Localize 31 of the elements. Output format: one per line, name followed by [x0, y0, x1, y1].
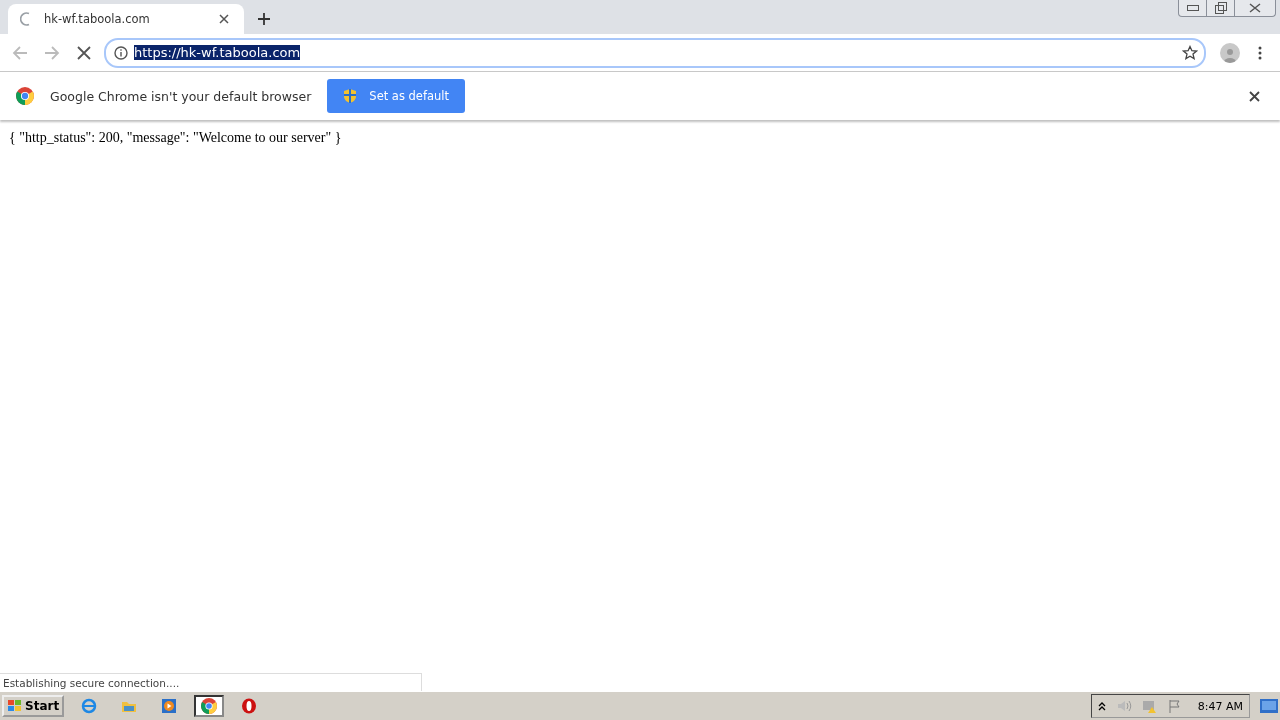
tab-title: hk-wf.taboola.com: [44, 12, 151, 26]
url-text: https://hk-wf.taboola.com: [134, 45, 301, 60]
menu-icon[interactable]: [1258, 45, 1262, 60]
infobar-message: Google Chrome isn't your default browser: [50, 88, 312, 104]
close-icon: [1249, 3, 1261, 13]
globe-icon: [81, 698, 98, 714]
chrome-icon: [16, 87, 34, 105]
close-tab-icon[interactable]: [219, 14, 229, 24]
chevron-up-icon[interactable]: [1097, 701, 1106, 711]
windows-logo-icon: [7, 699, 23, 713]
status-bubble: Establishing secure connection....: [0, 673, 422, 691]
taskbar-app-button[interactable]: [194, 695, 225, 717]
minimize-icon: [1186, 5, 1199, 11]
address-bar[interactable]: https://hk-wf.taboola.com: [104, 37, 1206, 68]
opera-icon: [241, 698, 258, 714]
person-icon: [1223, 46, 1237, 63]
bookmark-star-icon[interactable]: [1182, 44, 1198, 61]
json-response-text: { "http_status": 200, "message": "Welcome to our server" }: [9, 130, 343, 146]
stop-icon[interactable]: [77, 45, 91, 60]
close-icon[interactable]: [1248, 90, 1260, 102]
chrome-icon: [201, 698, 218, 714]
start-button[interactable]: Start: [2, 695, 65, 717]
shield-icon: [343, 88, 358, 104]
info-icon: [114, 45, 128, 60]
clock-text: 8:47 AM: [1197, 699, 1243, 713]
restore-icon: [1214, 2, 1227, 14]
browser-tab[interactable]: hk-wf.taboola.com: [8, 4, 244, 34]
set-default-button[interactable]: Set as default: [327, 79, 466, 113]
plus-icon[interactable]: [257, 12, 271, 26]
profile-avatar[interactable]: [1220, 42, 1240, 63]
play-icon: [161, 698, 178, 714]
